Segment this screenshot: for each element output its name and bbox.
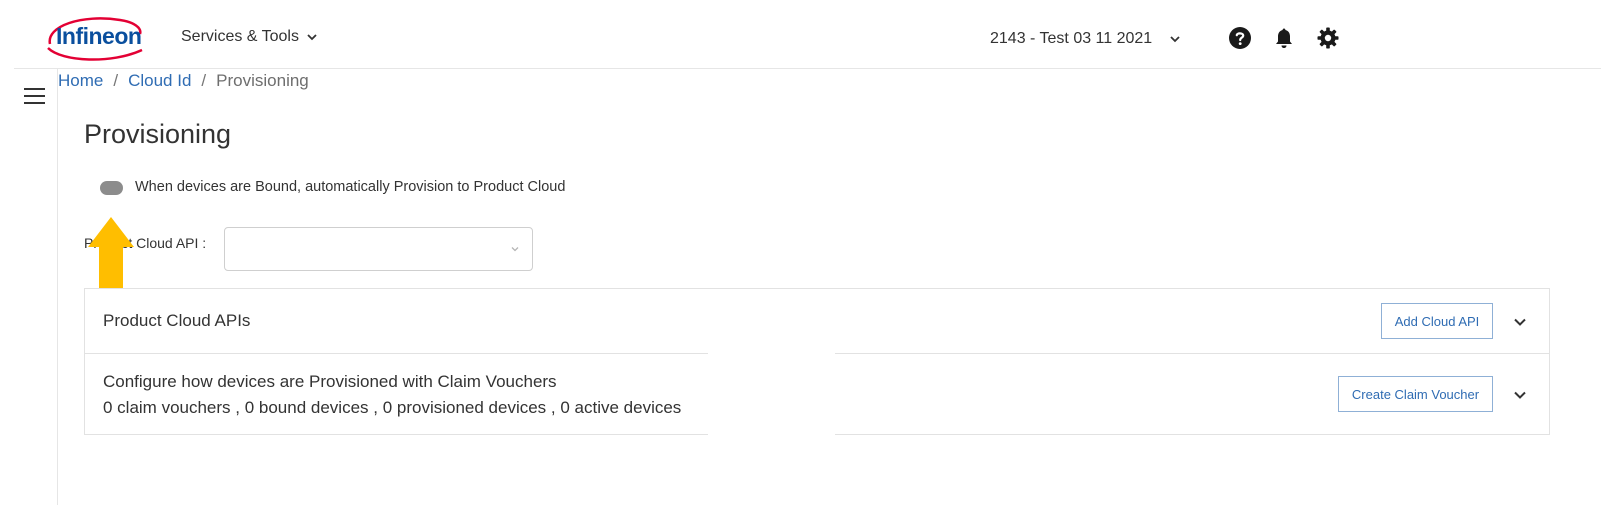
logo-text: Infineon — [56, 23, 142, 49]
breadcrumb: Home / Cloud Id / Provisioning — [58, 71, 309, 91]
gear-icon[interactable] — [1316, 26, 1340, 50]
auto-provision-toggle-label: When devices are Bound, automatically Pr… — [135, 179, 566, 195]
services-tools-label: Services & Tools — [181, 28, 299, 45]
top-navigation-bar: Infineon Services & Tools 2143 - Test 03… — [14, 0, 1601, 69]
create-claim-voucher-button[interactable]: Create Claim Voucher — [1338, 376, 1493, 412]
help-icon[interactable] — [1228, 26, 1252, 50]
chevron-down-icon — [511, 247, 519, 252]
breadcrumb-cloud-id[interactable]: Cloud Id — [128, 71, 191, 91]
tenant-selector[interactable]: 2143 - Test 03 11 2021 — [990, 30, 1180, 48]
product-cloud-api-select[interactable] — [224, 227, 533, 271]
breadcrumb-home[interactable]: Home — [58, 71, 103, 91]
hamburger-menu-icon[interactable] — [24, 88, 45, 104]
panel-title: Product Cloud APIs — [103, 311, 251, 330]
bell-icon[interactable] — [1272, 26, 1296, 50]
blank-overlay — [708, 352, 835, 438]
chevron-down-icon[interactable] — [1513, 388, 1527, 402]
page-title: Provisioning — [84, 119, 232, 149]
breadcrumb-separator: / — [201, 71, 207, 90]
chevron-down-icon — [307, 34, 317, 41]
services-tools-menu[interactable]: Services & Tools — [181, 28, 317, 46]
chevron-down-icon[interactable] — [1513, 315, 1527, 329]
left-sidebar — [0, 69, 58, 505]
auto-provision-toggle[interactable] — [100, 181, 123, 195]
breadcrumb-current: Provisioning — [216, 71, 309, 90]
add-cloud-api-button[interactable]: Add Cloud API — [1381, 303, 1493, 339]
infineon-logo[interactable]: Infineon — [42, 14, 146, 62]
claim-voucher-summary: 0 claim vouchers , 0 bound devices , 0 p… — [103, 398, 682, 417]
breadcrumb-separator: / — [113, 71, 119, 90]
panel-title: Configure how devices are Provisioned wi… — [103, 372, 557, 391]
product-cloud-apis-panel: Product Cloud APIs Add Cloud API — [84, 288, 1550, 354]
chevron-down-icon — [1170, 36, 1180, 43]
tenant-label: 2143 - Test 03 11 2021 — [990, 30, 1153, 47]
